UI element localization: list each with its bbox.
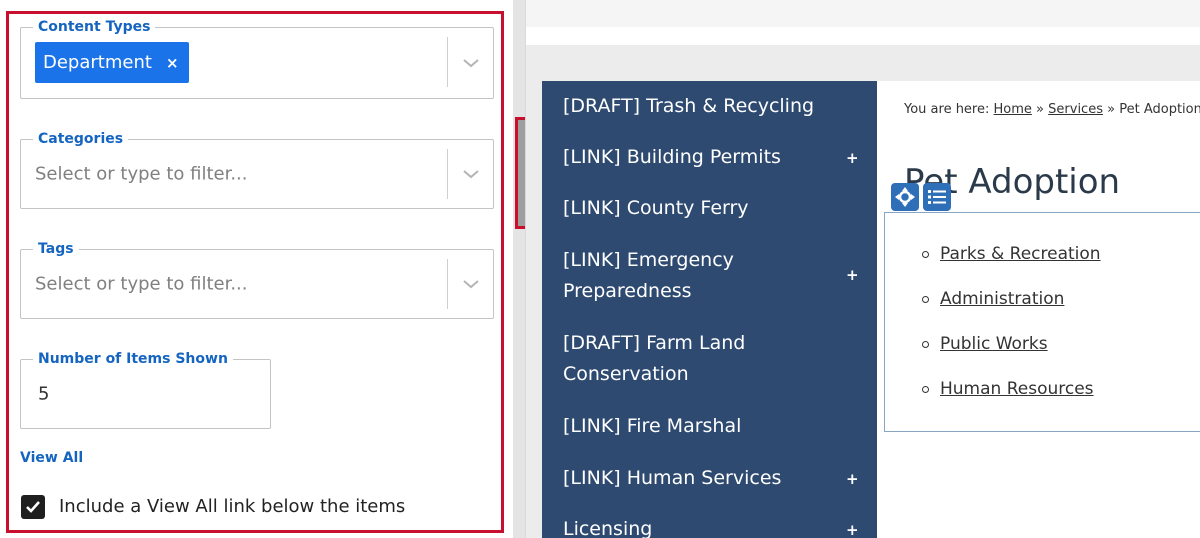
sidebar-item-label: [DRAFT] Farm Land Conservation — [563, 332, 746, 385]
sidebar-item-county-ferry[interactable]: [LINK] County Ferry — [542, 193, 877, 233]
sidebar-item-licensing[interactable]: Licensing + — [542, 514, 877, 538]
list-item-link[interactable]: Human Resources — [940, 379, 1094, 399]
breadcrumb-separator: » — [1036, 102, 1045, 117]
expand-plus-icon[interactable]: + — [846, 469, 859, 489]
sidebar-item-human-services[interactable]: [LINK] Human Services + — [542, 463, 877, 503]
sidebar-item-trash-recycling[interactable]: [DRAFT] Trash & Recycling — [542, 91, 877, 131]
sidebar-item-label: [LINK] Building Permits — [563, 146, 781, 168]
bullet-icon — [922, 341, 929, 348]
list-item: Parks & Recreation — [920, 244, 1101, 264]
breadcrumb-services-link[interactable]: Services — [1048, 102, 1103, 117]
breadcrumb: You are here: Home » Services » Pet Adop… — [904, 102, 1200, 117]
list-item: Administration — [920, 289, 1064, 309]
sidebar-item-fire-marshal[interactable]: [LINK] Fire Marshal — [542, 411, 877, 451]
sidebar-item-label: Licensing — [563, 518, 653, 538]
preview-topbar — [526, 0, 1200, 27]
breadcrumb-home-link[interactable]: Home — [994, 102, 1032, 117]
bullet-icon — [922, 386, 929, 393]
panel-splitter — [513, 0, 525, 538]
list-item-link[interactable]: Public Works — [940, 334, 1048, 354]
sidebar-item-building-permits[interactable]: [LINK] Building Permits + — [542, 142, 877, 182]
sidebar-item-label: [LINK] Emergency Preparedness — [563, 249, 734, 302]
list-item-link[interactable]: Administration — [940, 289, 1064, 309]
splitter-drag-handle[interactable] — [518, 120, 525, 226]
sidebar-nav: [DRAFT] Trash & Recycling [LINK] Buildin… — [542, 81, 877, 538]
move-icon[interactable] — [891, 183, 919, 211]
sidebar-item-farm-land-conservation[interactable]: [DRAFT] Farm Land Conservation — [542, 328, 877, 392]
breadcrumb-prefix: You are here: — [904, 102, 990, 117]
expand-plus-icon[interactable]: + — [846, 265, 859, 285]
breadcrumb-current: Pet Adoption — [1119, 102, 1200, 117]
sidebar-item-label: [LINK] Fire Marshal — [563, 415, 742, 437]
edit-toolbar — [891, 183, 951, 211]
sidebar-item-label: [LINK] Human Services — [563, 467, 782, 489]
list-item: Human Resources — [920, 379, 1094, 399]
sidebar-item-emergency-preparedness[interactable]: [LINK] Emergency Preparedness + — [542, 245, 877, 309]
sidebar-item-label: [DRAFT] Trash & Recycling — [563, 95, 815, 117]
bullet-icon — [922, 296, 929, 303]
list-icon[interactable] — [923, 183, 951, 211]
expand-plus-icon[interactable]: + — [846, 148, 859, 168]
list-item: Public Works — [920, 334, 1048, 354]
sidebar-item-label: [LINK] County Ferry — [563, 197, 749, 219]
app-root: Content Types Department × Categories Se… — [0, 0, 1200, 538]
breadcrumb-separator: » — [1107, 102, 1116, 117]
settings-panel: Content Types Department × Categories Se… — [0, 0, 513, 538]
expand-plus-icon[interactable]: + — [846, 520, 859, 538]
list-item-link[interactable]: Parks & Recreation — [940, 244, 1101, 264]
bullet-icon — [922, 251, 929, 258]
highlight-outline — [6, 11, 504, 533]
